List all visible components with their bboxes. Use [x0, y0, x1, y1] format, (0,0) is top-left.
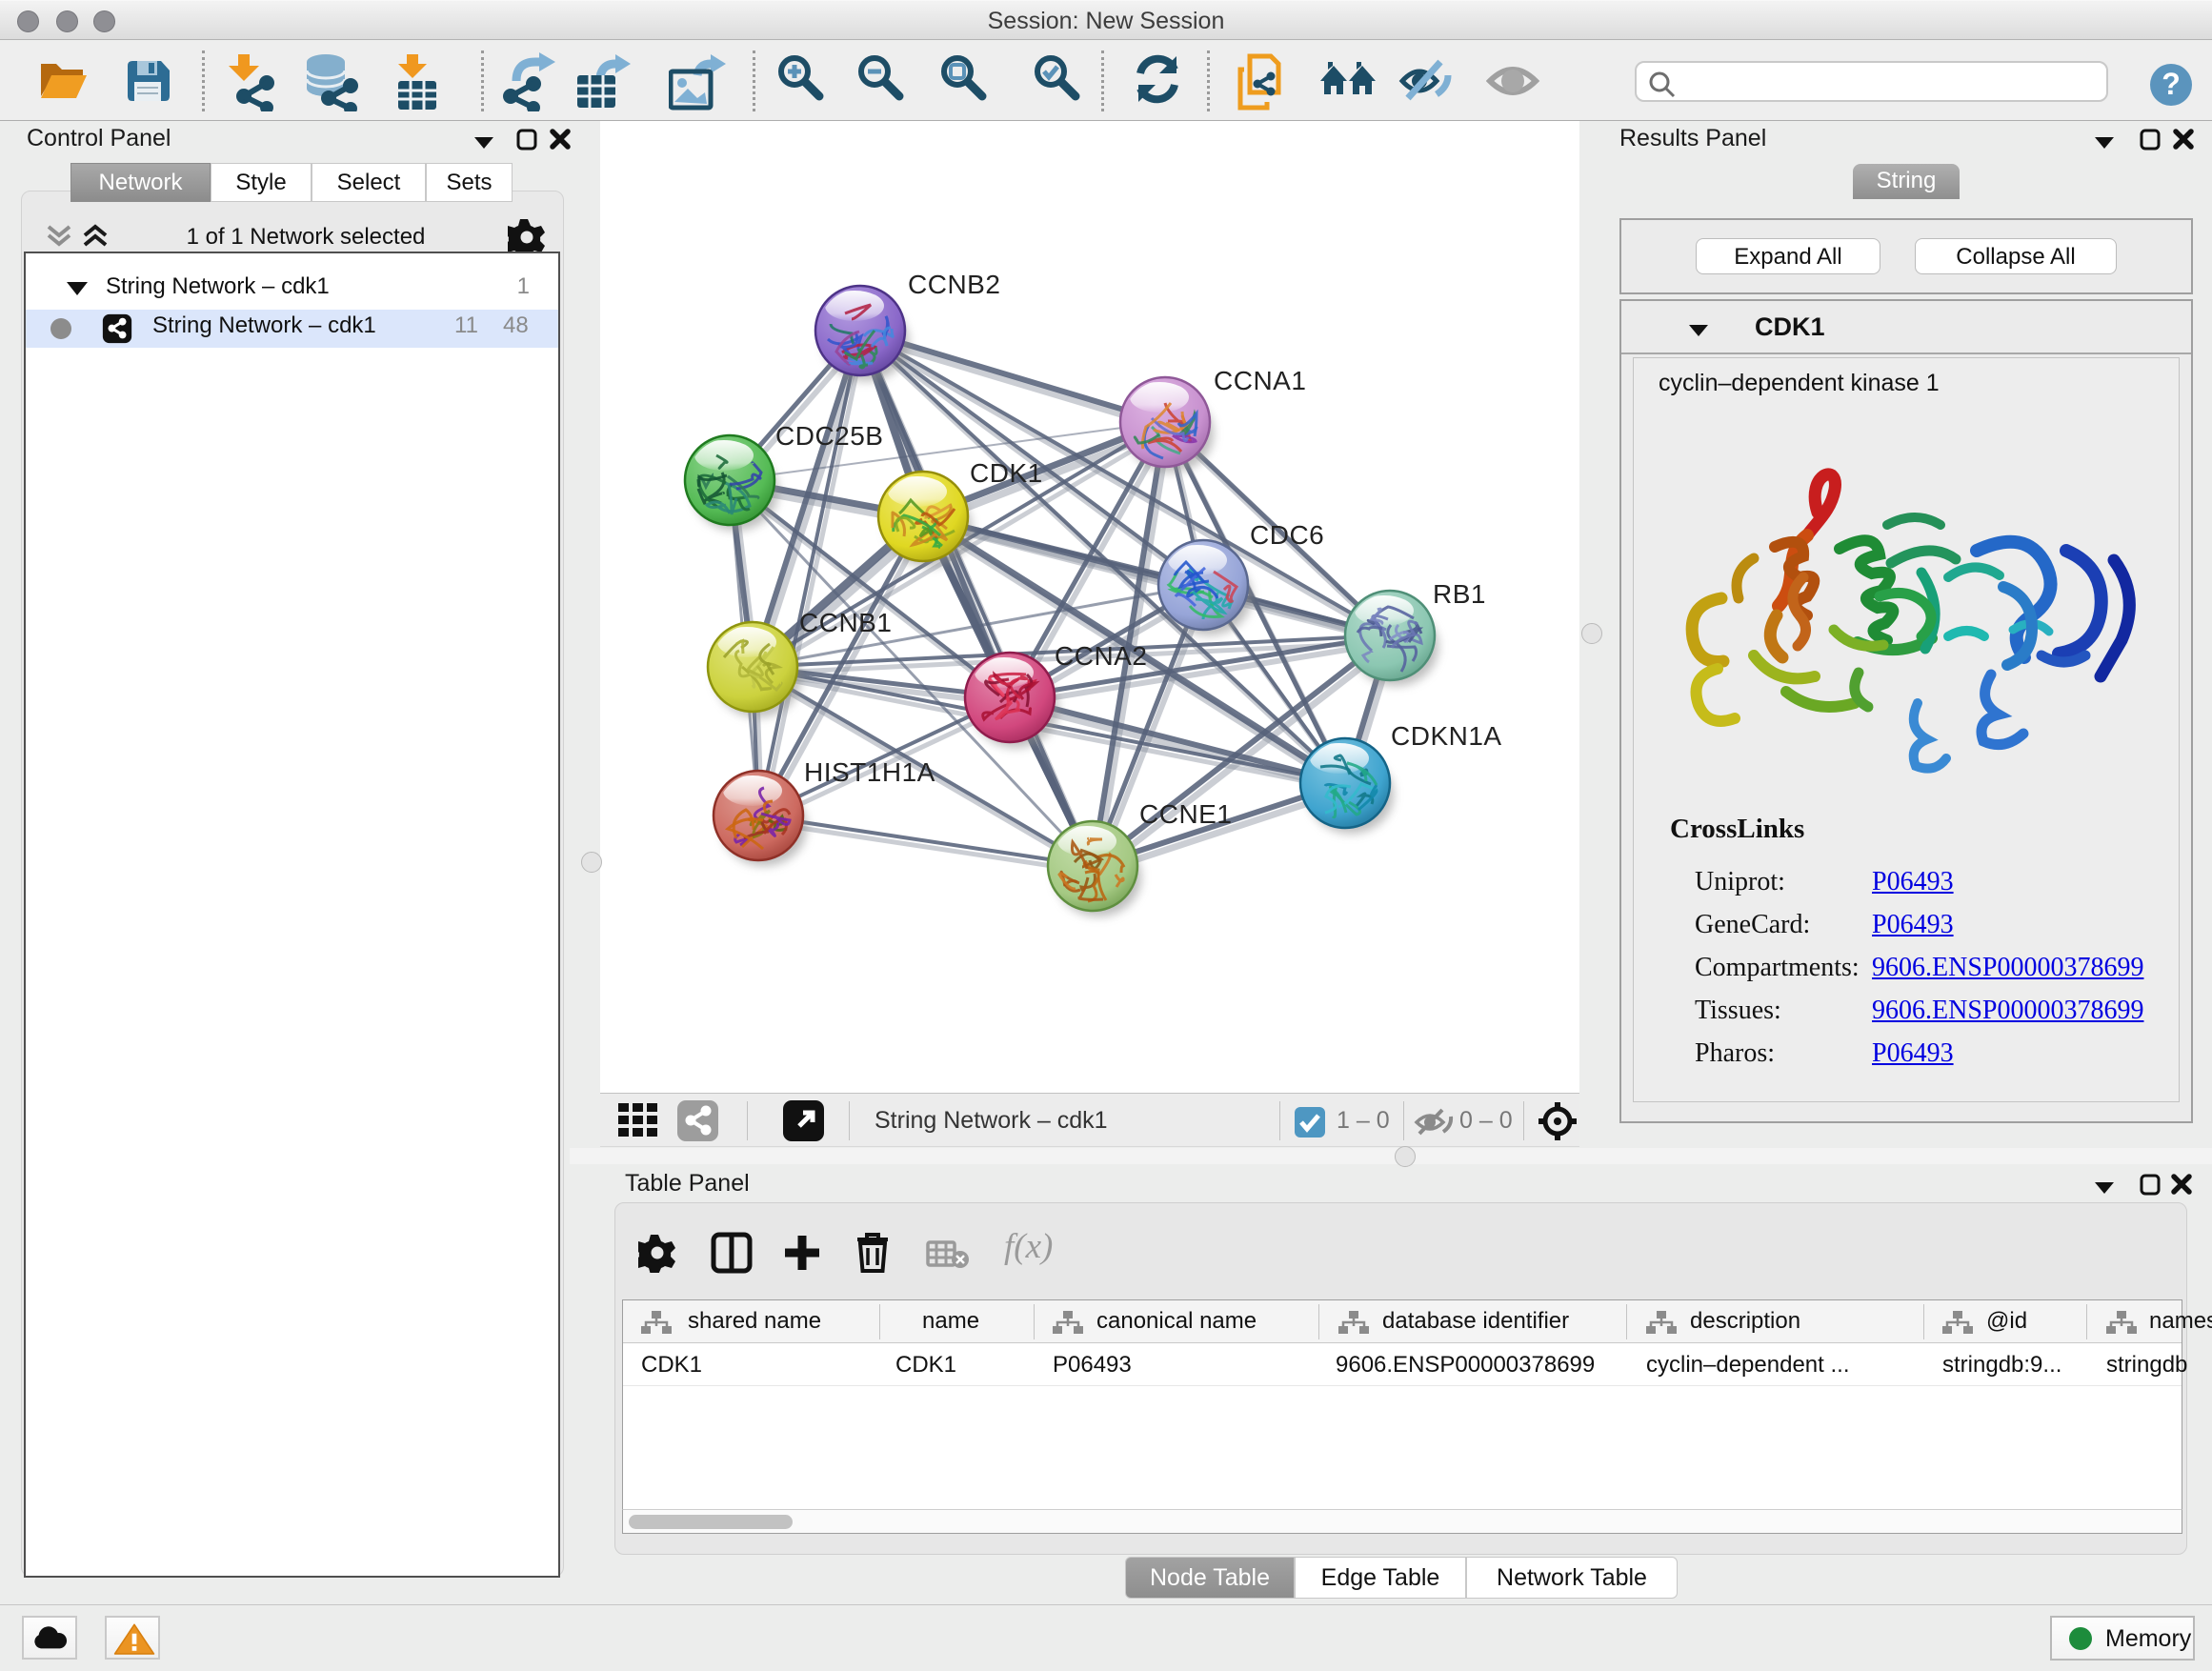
svg-text:?: ? — [2162, 67, 2181, 101]
